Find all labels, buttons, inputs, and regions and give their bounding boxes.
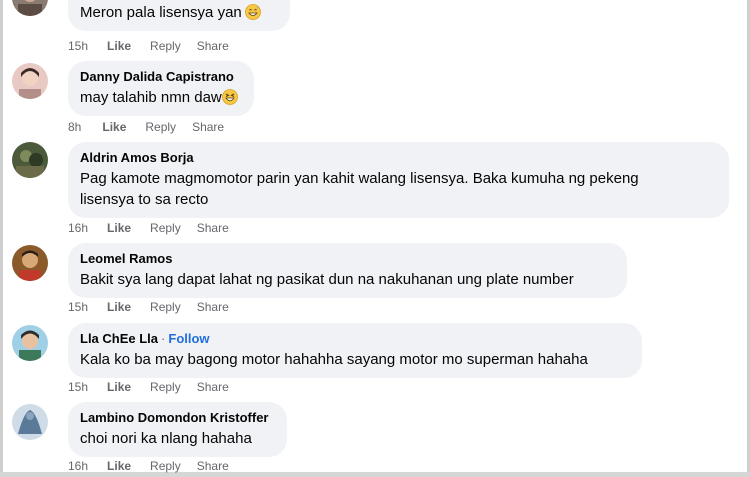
- comment-actions: 16h Like Reply Share: [68, 221, 248, 235]
- grinning-sweat-emoji: [244, 4, 261, 20]
- avatar[interactable]: [12, 63, 48, 99]
- comment-actions: 16h Like Reply Share: [68, 459, 248, 473]
- like-button[interactable]: Like: [107, 39, 131, 53]
- comment-text: may talahib nmn daw: [80, 87, 241, 108]
- comment-actions: 15h Like Reply Share: [68, 380, 248, 394]
- comment-author: Lla ChEe Lla · Follow: [80, 330, 629, 347]
- avatar[interactable]: [12, 325, 48, 361]
- comment-text: Kala ko ba may bagong motor hahahha saya…: [80, 351, 588, 368]
- comment-author[interactable]: Danny Dalida Capistrano: [80, 68, 241, 85]
- avatar[interactable]: [12, 142, 48, 178]
- comment-author[interactable]: Leomel Ramos: [80, 250, 614, 267]
- avatar[interactable]: [12, 404, 48, 440]
- comment-timestamp[interactable]: 15h: [68, 300, 88, 314]
- comment-bubble: Lambino Domondon Kristoffer choi nori ka…: [68, 402, 287, 457]
- share-button[interactable]: Share: [197, 459, 229, 473]
- reply-button[interactable]: Reply: [150, 300, 181, 314]
- comment-bubble: Lla ChEe Lla · Follow Kala ko ba may bagon…: [68, 323, 642, 378]
- comment-bubble: Meron pala lisensya yan: [68, 0, 290, 31]
- reply-button[interactable]: Reply: [150, 459, 181, 473]
- reply-button[interactable]: Reply: [150, 39, 181, 53]
- comment-text: choi nori ka nlang hahaha: [80, 430, 252, 447]
- comment-text: Meron pala lisensya yan: [80, 2, 277, 23]
- like-button[interactable]: Like: [107, 459, 131, 473]
- like-button[interactable]: Like: [107, 380, 131, 394]
- reply-button[interactable]: Reply: [145, 120, 176, 134]
- comment-text-line: lisensya to sa recto: [80, 191, 209, 208]
- share-button[interactable]: Share: [197, 39, 229, 53]
- share-button[interactable]: Share: [192, 120, 224, 134]
- window-border-left: [0, 0, 3, 477]
- like-button[interactable]: Like: [107, 221, 131, 235]
- separator-dot: ·: [161, 331, 166, 346]
- share-button[interactable]: Share: [197, 380, 229, 394]
- comment-text: Pag kamote magmomotor parin yan kahit wa…: [80, 168, 716, 210]
- comment-bubble: Danny Dalida Capistrano may talahib nmn …: [68, 61, 254, 116]
- share-button[interactable]: Share: [197, 221, 229, 235]
- comment-timestamp[interactable]: 16h: [68, 221, 88, 235]
- follow-button[interactable]: Follow: [168, 331, 209, 346]
- comment-timestamp[interactable]: 15h: [68, 380, 88, 394]
- comment-timestamp[interactable]: 15h: [68, 39, 88, 53]
- comment-timestamp[interactable]: 8h: [68, 120, 81, 134]
- comment-author[interactable]: Lambino Domondon Kristoffer: [80, 409, 274, 426]
- comment-actions: 15h Like Reply Share: [68, 300, 248, 314]
- comment-text-line: Pag kamote magmomotor parin yan kahit wa…: [80, 170, 639, 187]
- share-button[interactable]: Share: [197, 300, 229, 314]
- reply-button[interactable]: Reply: [150, 380, 181, 394]
- like-button[interactable]: Like: [107, 300, 131, 314]
- avatar[interactable]: [12, 0, 48, 16]
- comment-author-name[interactable]: Lla ChEe Lla: [80, 331, 158, 346]
- comment-bubble: Leomel Ramos Bakit sya lang dapat lahat …: [68, 243, 627, 298]
- comment-actions: 8h Like Reply Share: [68, 120, 243, 134]
- comment-bubble: Aldrin Amos Borja Pag kamote magmomotor …: [68, 142, 729, 218]
- comment-timestamp[interactable]: 16h: [68, 459, 88, 473]
- comment-author[interactable]: Aldrin Amos Borja: [80, 149, 716, 166]
- comment-actions: 15h Like Reply Share: [68, 39, 248, 53]
- like-button[interactable]: Like: [102, 120, 126, 134]
- grinning-squinting-emoji: [221, 89, 238, 105]
- comment-text: Bakit sya lang dapat lahat ng pasikat du…: [80, 271, 574, 288]
- avatar[interactable]: [12, 245, 48, 281]
- reply-button[interactable]: Reply: [150, 221, 181, 235]
